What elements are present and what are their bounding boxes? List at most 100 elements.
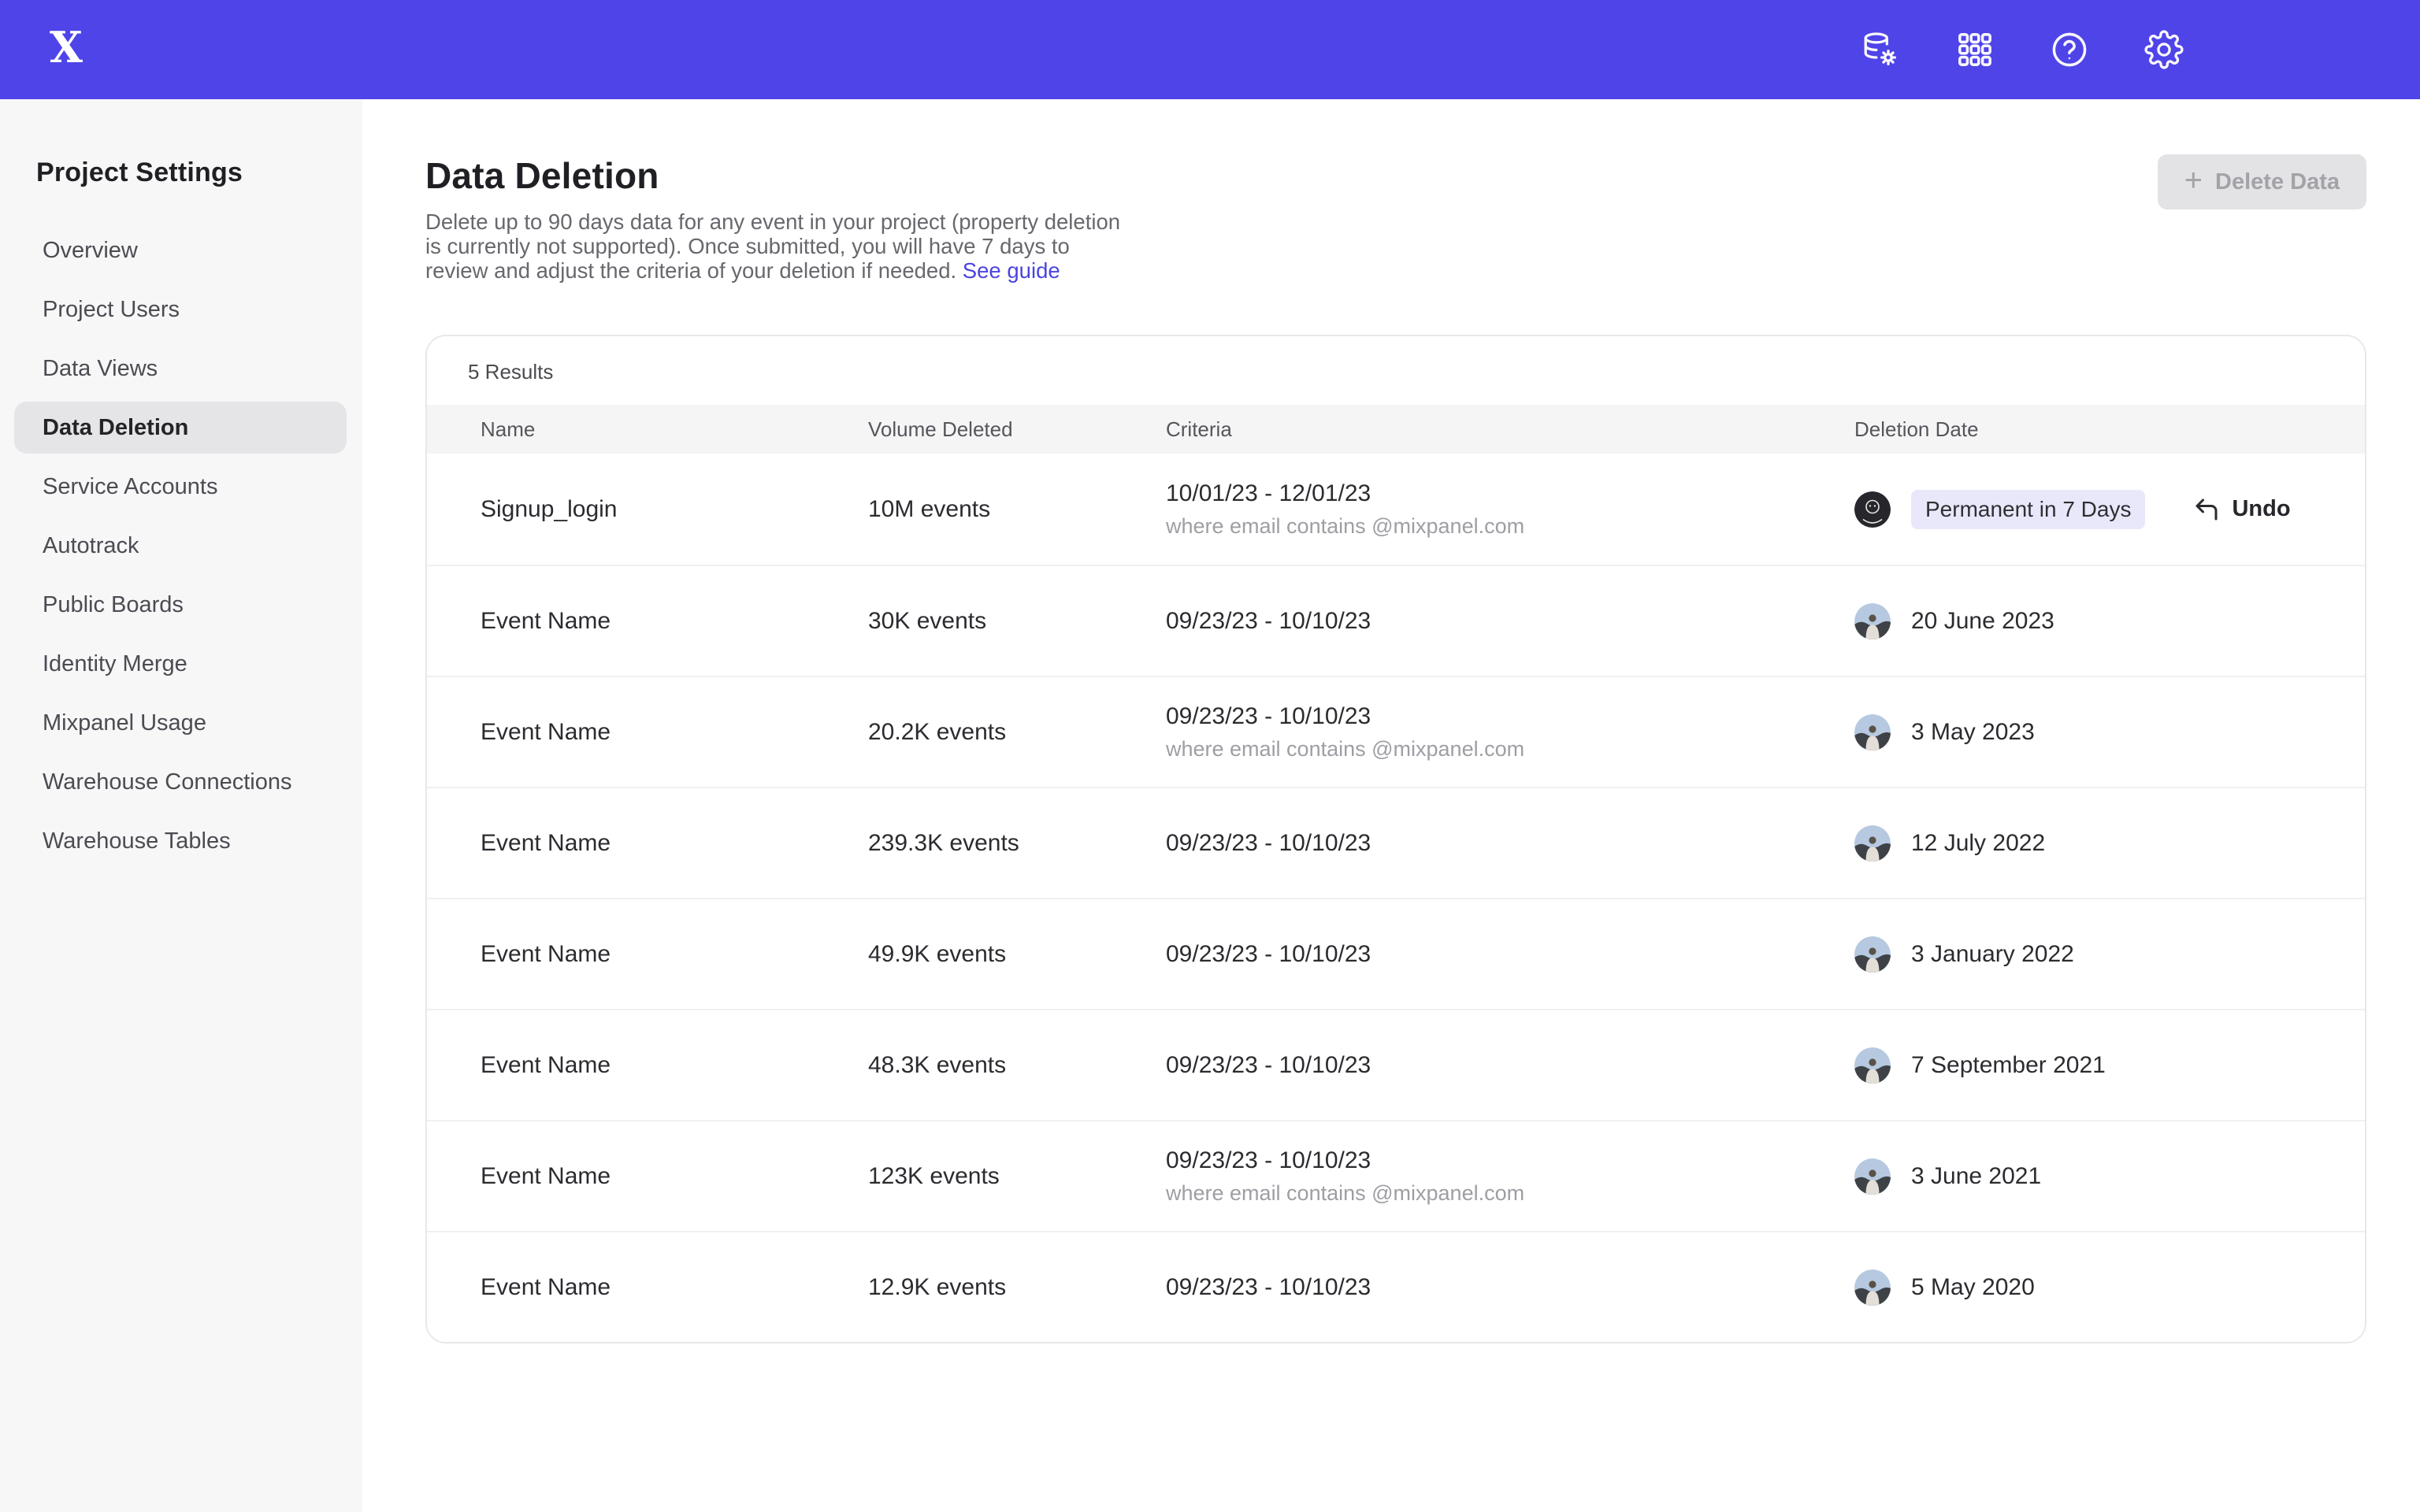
sidebar-title: Project Settings [36, 158, 362, 188]
user-avatar [1854, 714, 1891, 750]
row-name: Event Name [481, 830, 868, 857]
delete-data-label: Delete Data [2215, 169, 2340, 195]
deletion-date-text: 3 January 2022 [1911, 941, 2074, 968]
deletion-date-text: 5 May 2020 [1911, 1274, 2035, 1301]
sidebar-item-warehouse-connections[interactable]: Warehouse Connections [14, 756, 347, 808]
settings-icon[interactable] [2144, 30, 2184, 69]
sidebar-item-autotrack[interactable]: Autotrack [14, 520, 347, 572]
table-row: Event Name 239.3K events 09/23/23 - 10/1… [427, 787, 2365, 898]
user-avatar [1854, 1047, 1891, 1084]
table-header-row: Name Volume Deleted Criteria Deletion Da… [427, 405, 2365, 454]
sidebar: Project Settings Overview Project Users … [0, 99, 362, 1512]
page-title: Data Deletion [425, 154, 2366, 197]
sidebar-item-label: Autotrack [43, 533, 139, 559]
row-deletion-date: 3 June 2021 [1854, 1158, 2365, 1195]
sidebar-item-warehouse-tables[interactable]: Warehouse Tables [14, 815, 347, 867]
row-deletion-date: 5 May 2020 [1854, 1269, 2365, 1306]
sidebar-item-identity-merge[interactable]: Identity Merge [14, 638, 347, 690]
row-deletion-date: 3 May 2023 [1854, 714, 2365, 750]
row-volume: 123K events [868, 1163, 1166, 1190]
sidebar-item-label: Project Users [43, 297, 180, 323]
main-content: Data Deletion Delete up to 90 days data … [362, 99, 2420, 1512]
table-row: Signup_login 10M events 10/01/23 - 12/01… [427, 454, 2365, 565]
row-volume: 30K events [868, 608, 1166, 635]
row-name: Event Name [481, 1163, 868, 1190]
row-deletion-date: 12 July 2022 [1854, 825, 2365, 862]
delete-data-button[interactable]: + Delete Data [2158, 154, 2366, 209]
user-avatar [1854, 936, 1891, 973]
row-name: Event Name [481, 941, 868, 968]
row-name: Event Name [481, 719, 868, 746]
sidebar-item-public-boards[interactable]: Public Boards [14, 579, 347, 631]
row-criteria-range: 09/23/23 - 10/10/23 [1166, 703, 1854, 730]
row-criteria: 09/23/23 - 10/10/23 where email contains… [1166, 703, 1854, 762]
deletions-table-card: 5 Results Name Volume Deleted Criteria D… [425, 335, 2366, 1343]
results-count: 5 Results [427, 336, 2365, 405]
sidebar-item-overview[interactable]: Overview [14, 224, 347, 276]
user-avatar [1854, 603, 1891, 639]
column-header-deletion-date: Deletion Date [1854, 417, 2365, 442]
table-row: Event Name 48.3K events 09/23/23 - 10/10… [427, 1009, 2365, 1120]
row-criteria-range: 09/23/23 - 10/10/23 [1166, 1052, 1854, 1079]
sidebar-item-service-accounts[interactable]: Service Accounts [14, 461, 347, 513]
sidebar-item-data-deletion[interactable]: Data Deletion [14, 402, 347, 454]
row-criteria-range: 09/23/23 - 10/10/23 [1166, 941, 1854, 968]
deletion-date-text: 7 September 2021 [1911, 1052, 2106, 1079]
sidebar-item-label: Service Accounts [43, 474, 217, 500]
undo-button[interactable]: Undo [2192, 495, 2290, 524]
apps-grid-icon[interactable] [1955, 30, 1995, 69]
page-header: Data Deletion Delete up to 90 days data … [425, 154, 2366, 283]
row-volume: 48.3K events [868, 1052, 1166, 1079]
row-criteria-range: 09/23/23 - 10/10/23 [1166, 608, 1854, 635]
sidebar-item-label: Mixpanel Usage [43, 710, 206, 736]
help-icon[interactable] [2050, 30, 2089, 69]
table-row: Event Name 123K events 09/23/23 - 10/10/… [427, 1120, 2365, 1231]
row-volume: 10M events [868, 496, 1166, 523]
permanent-badge: Permanent in 7 Days [1911, 490, 2145, 529]
sidebar-item-label: Warehouse Connections [43, 769, 292, 795]
user-avatar [1854, 1158, 1891, 1195]
sidebar-item-label: Data Deletion [43, 415, 188, 441]
row-criteria: 09/23/23 - 10/10/23 [1166, 941, 1854, 968]
row-deletion-date: 20 June 2023 [1854, 603, 2365, 639]
user-avatar [1854, 1269, 1891, 1306]
deletion-date-text: 20 June 2023 [1911, 608, 2054, 635]
deletion-date-text: 3 June 2021 [1911, 1163, 2041, 1190]
table-row: Event Name 49.9K events 09/23/23 - 10/10… [427, 898, 2365, 1009]
row-deletion-date: 7 September 2021 [1854, 1047, 2365, 1084]
row-criteria-filter: where email contains @mixpanel.com [1166, 514, 1854, 539]
sidebar-nav: Overview Project Users Data Views Data D… [0, 224, 362, 874]
sidebar-item-data-views[interactable]: Data Views [14, 343, 347, 395]
row-name: Event Name [481, 1052, 868, 1079]
row-criteria-range: 10/01/23 - 12/01/23 [1166, 480, 1854, 507]
data-management-icon[interactable] [1861, 30, 1900, 69]
table-row: Event Name 20.2K events 09/23/23 - 10/10… [427, 676, 2365, 787]
sidebar-item-mixpanel-usage[interactable]: Mixpanel Usage [14, 697, 347, 749]
row-criteria: 10/01/23 - 12/01/23 where email contains… [1166, 480, 1854, 539]
row-criteria-range: 09/23/23 - 10/10/23 [1166, 830, 1854, 857]
row-deletion-date: Permanent in 7 Days Undo [1854, 490, 2365, 529]
sidebar-item-project-users[interactable]: Project Users [14, 284, 347, 335]
row-criteria: 09/23/23 - 10/10/23 where email contains… [1166, 1147, 1854, 1206]
column-header-criteria: Criteria [1166, 417, 1854, 442]
topbar: X [0, 0, 2420, 99]
sidebar-item-label: Data Views [43, 356, 158, 382]
topbar-icons [1861, 30, 2184, 69]
sidebar-item-label: Warehouse Tables [43, 828, 231, 854]
row-criteria: 09/23/23 - 10/10/23 [1166, 1052, 1854, 1079]
sidebar-item-label: Identity Merge [43, 651, 187, 677]
row-criteria-filter: where email contains @mixpanel.com [1166, 737, 1854, 762]
row-criteria: 09/23/23 - 10/10/23 [1166, 830, 1854, 857]
see-guide-link[interactable]: See guide [963, 258, 1060, 283]
row-criteria: 09/23/23 - 10/10/23 [1166, 1274, 1854, 1301]
undo-label: Undo [2232, 496, 2290, 522]
deletion-date-text: 3 May 2023 [1911, 719, 2035, 746]
mixpanel-logo[interactable]: X [41, 24, 91, 75]
column-header-name: Name [481, 417, 868, 442]
column-header-volume-deleted: Volume Deleted [868, 417, 1166, 442]
row-volume: 20.2K events [868, 719, 1166, 746]
row-criteria-filter: where email contains @mixpanel.com [1166, 1181, 1854, 1206]
table-row: Event Name 12.9K events 09/23/23 - 10/10… [427, 1231, 2365, 1342]
row-volume: 12.9K events [868, 1274, 1166, 1301]
row-volume: 49.9K events [868, 941, 1166, 968]
